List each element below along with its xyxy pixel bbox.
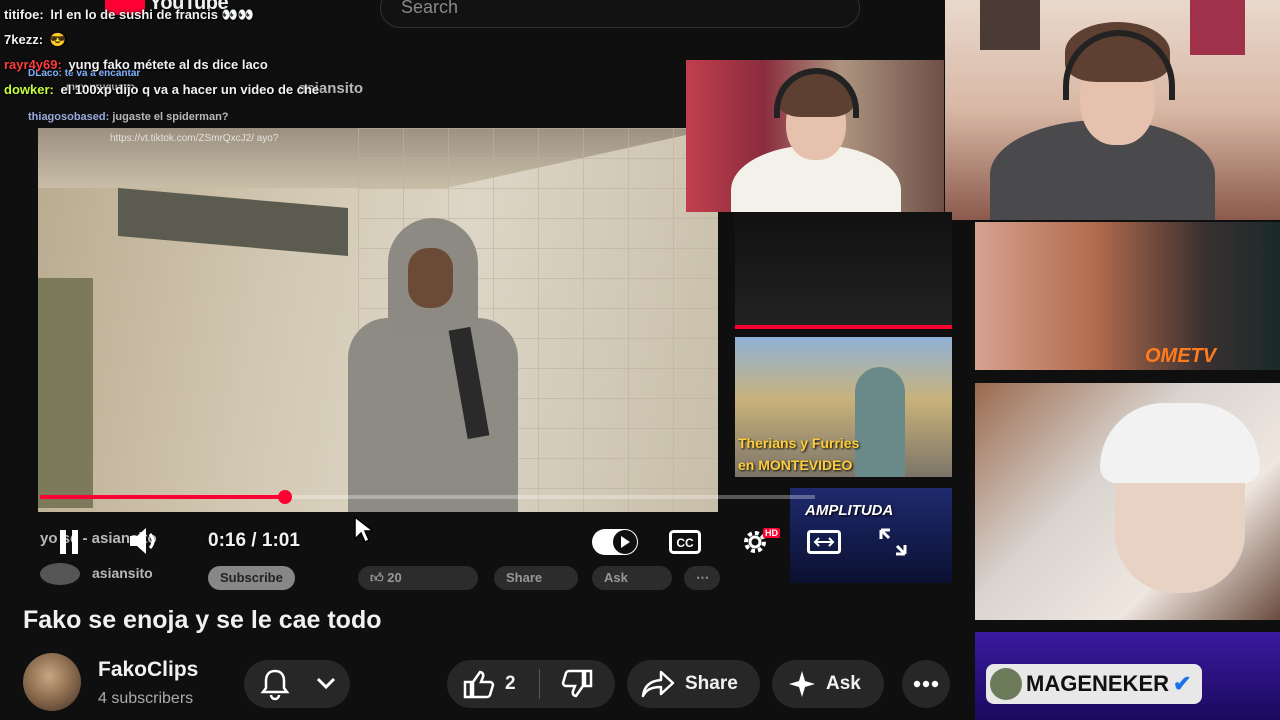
hd-badge: HD (763, 528, 780, 538)
recommended-thumbnail[interactable] (735, 212, 952, 325)
pause-icon (60, 530, 78, 554)
headphones-icon (774, 68, 859, 118)
more-actions-button[interactable] (902, 660, 950, 708)
embedded-chat-link: https://vt.tiktok.com/ZSmrQxcJ2/ ayo? (110, 133, 279, 144)
time-display: 0:16 / 1:01 (208, 530, 300, 552)
thumb-up-icon (463, 670, 495, 699)
omegle-logo: OMETV (1145, 345, 1217, 367)
video-title: Fako se enoja y se le cae todo (23, 606, 382, 634)
captions-icon: CC (669, 530, 701, 554)
chat-overlay: titifoe: lrl en lo de sushi de francis 👀… (4, 6, 424, 106)
volume-button[interactable] (127, 525, 163, 557)
chat-text: lrl en lo de sushi de francis (50, 7, 218, 22)
duration: 1:01 (261, 530, 300, 551)
streamer-side-video (975, 222, 1280, 370)
channel-avatar[interactable] (23, 653, 81, 711)
channel-banner: MAGENEKER ✔ (986, 664, 1202, 704)
volume-icon (130, 528, 155, 554)
search-input[interactable]: Search (380, 0, 860, 28)
pause-button[interactable] (55, 527, 83, 557)
subscriber-count: 4 subscribers (98, 690, 194, 707)
chat-emotes: 👀👀 (221, 7, 254, 22)
ghost-ask-button[interactable]: Ask (592, 566, 672, 590)
ghost-more-button[interactable]: ⋯ (684, 566, 720, 590)
autoplay-toggle[interactable] (592, 529, 638, 555)
stream-screen: YouTube Search DLaco: te va a encantar m… (0, 0, 1280, 720)
chat-user: titifoe: (4, 7, 44, 22)
verified-icon: ✔ (1173, 671, 1192, 696)
captions-button[interactable]: CC (668, 528, 702, 556)
webcam-poster (980, 0, 1040, 50)
chat-message: dowker: el 100xp dijo q va a hacer un vi… (4, 81, 424, 106)
like-count: 2 (505, 673, 516, 694)
thumbnail-person (855, 367, 905, 477)
subscribe-button[interactable]: Subscribe (208, 566, 295, 590)
share-icon (641, 670, 675, 698)
meme-hair (1100, 403, 1260, 483)
progress-fill (40, 495, 285, 499)
webcam-poster (1190, 0, 1245, 55)
ghost-channel: asiansito (92, 565, 153, 581)
more-horizontal-icon (913, 680, 939, 688)
theater-icon (807, 530, 841, 554)
person-body (348, 318, 518, 512)
share-button[interactable]: Share (627, 660, 760, 708)
embedded-chat-user: thiagosobased: (28, 111, 110, 123)
ghost-like-count: 20 (387, 570, 402, 585)
fullscreen-button[interactable] (878, 528, 908, 556)
channel-avatar-ghost (40, 563, 80, 585)
thumbnail-watch-progress (735, 325, 952, 329)
progress-bar[interactable] (40, 490, 815, 504)
embedded-chat-line: thiagosobased: jugaste el spiderman? (28, 111, 229, 123)
thumb-up-icon: 👍︎ (370, 570, 384, 585)
like-button[interactable]: 2 (447, 660, 539, 708)
sparkle-icon (789, 671, 815, 697)
thumbnail-caption: AMPLITUDA (805, 502, 894, 519)
thumbnail-caption: Therians y Furries (738, 435, 860, 451)
video-vent (118, 187, 348, 257)
embedded-chat-message: jugaste el spiderman? (112, 111, 229, 123)
chat-user: 7kezz: (4, 32, 44, 47)
ask-label: Ask (826, 673, 861, 694)
progress-scrubber[interactable] (277, 490, 292, 504)
autoplay-play-icon (613, 530, 637, 554)
video-door (38, 278, 93, 508)
ghost-like-button[interactable]: 👍︎ 20 (358, 566, 478, 590)
banner-name: MAGENEKER (1026, 671, 1170, 696)
chat-emotes: 😎 (49, 32, 66, 47)
theater-mode-button[interactable] (806, 529, 842, 555)
chat-message: 7kezz: 😎 (4, 31, 424, 56)
time-separator: / (246, 530, 262, 551)
svg-text:CC: CC (676, 536, 694, 550)
current-time: 0:16 (208, 530, 247, 551)
chat-user: dowker: (4, 82, 54, 97)
fullscreen-icon (879, 528, 907, 556)
share-label: Share (685, 673, 738, 694)
laughing-meme-image (975, 383, 1280, 620)
embedded-webcam (686, 60, 944, 212)
channel-name[interactable]: FakoClips (98, 658, 198, 682)
zombie-avatar-icon (990, 668, 1022, 700)
dislike-button[interactable] (540, 660, 614, 708)
recommended-thumbnail[interactable] (735, 337, 952, 477)
chat-message: titifoe: lrl en lo de sushi de francis 👀… (4, 6, 424, 31)
ask-button[interactable]: Ask (772, 660, 884, 708)
video-person (328, 218, 528, 512)
chevron-down-icon (316, 677, 336, 690)
video-frame[interactable] (38, 128, 718, 512)
thumb-down-icon (561, 669, 593, 698)
streamer-webcam (945, 0, 1280, 220)
notifications-button[interactable] (244, 660, 350, 708)
chat-text: el 100xp dijo q va a hacer un video de c… (60, 82, 320, 97)
bell-icon (260, 669, 290, 701)
chat-text: yung fako métete al ds dice laco (68, 57, 268, 72)
chat-message: rayr4y69: yung fako métete al ds dice la… (4, 56, 424, 81)
thumbnail-caption: en MONTEVIDEO (738, 457, 853, 473)
ghost-share-button[interactable]: Share (494, 566, 578, 590)
person-face (408, 248, 453, 308)
like-dislike-group: 2 (447, 660, 615, 708)
chat-user: rayr4y69: (4, 57, 62, 72)
mouse-cursor-icon (354, 515, 376, 549)
